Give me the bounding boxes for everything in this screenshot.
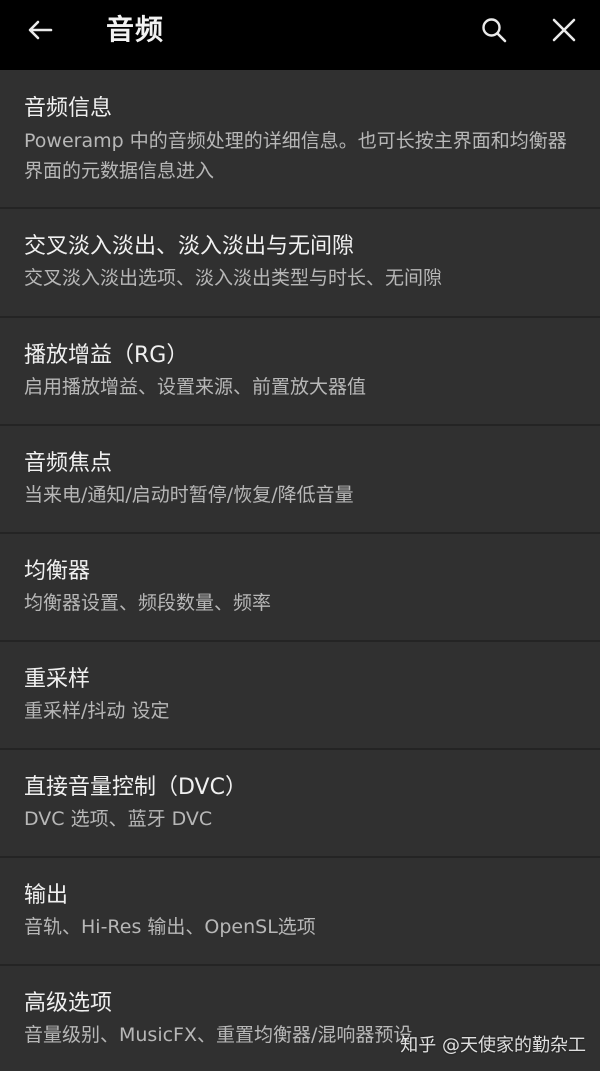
item-label: 交叉淡入淡出、淡入淡出与无间隙 [24, 234, 355, 259]
item-label: 重采样 [24, 667, 91, 692]
search-icon [480, 16, 508, 48]
page-title: 音频 [106, 13, 165, 46]
list-item-resampling[interactable]: 重采样 重采样/抖动 设定 [0, 642, 600, 749]
item-label: 输出 [24, 883, 69, 908]
list-item-equalizer[interactable]: 均衡器 均衡器设置、频段数量、频率 [0, 534, 600, 641]
watermark: 知乎 @天使家的勤杂工 [400, 1035, 586, 1056]
item-summary: 音轨、Hi-Res 输出、OpenSL选项 [24, 916, 316, 938]
item-summary: 交叉淡入淡出选项、淡入淡出类型与时长、无间隙 [24, 267, 443, 289]
search-button[interactable] [472, 10, 516, 54]
item-summary: 重采样/抖动 设定 [24, 700, 170, 722]
audio-settings-screen: 音频 音频信息 Poweramp 中的音频处理的详细信息。也可长按主界面和均衡器… [0, 0, 600, 1071]
list-item-crossfade[interactable]: 交叉淡入淡出、淡入淡出与无间隙 交叉淡入淡出选项、淡入淡出类型与时长、无间隙 [0, 209, 600, 317]
close-button[interactable] [542, 10, 586, 54]
item-label: 均衡器 [24, 559, 91, 584]
item-summary: 启用播放增益、设置来源、前置放大器值 [24, 376, 367, 398]
top-app-bar: 音频 [0, 0, 600, 70]
item-label: 高级选项 [24, 991, 113, 1016]
item-label: 音频焦点 [24, 451, 113, 476]
list-item-audio-info[interactable]: 音频信息 Poweramp 中的音频处理的详细信息。也可长按主界面和均衡器界面的… [0, 70, 600, 208]
back-button[interactable] [18, 10, 62, 54]
item-summary: 均衡器设置、频段数量、频率 [24, 592, 272, 614]
list-item-replay-gain[interactable]: 播放增益（RG） 启用播放增益、设置来源、前置放大器值 [0, 318, 600, 425]
item-summary: DVC 选项、蓝牙 DVC [24, 808, 213, 830]
item-summary: 当来电/通知/启动时暂停/恢复/降低音量 [24, 484, 354, 506]
list-item-dvc[interactable]: 直接音量控制（DVC） DVC 选项、蓝牙 DVC [0, 750, 600, 857]
item-label: 直接音量控制（DVC） [24, 775, 247, 800]
list-item-output[interactable]: 输出 音轨、Hi-Res 输出、OpenSL选项 [0, 858, 600, 965]
settings-list: 音频信息 Poweramp 中的音频处理的详细信息。也可长按主界面和均衡器界面的… [0, 70, 600, 1071]
back-arrow-icon [26, 16, 54, 48]
list-item-audio-focus[interactable]: 音频焦点 当来电/通知/启动时暂停/恢复/降低音量 [0, 426, 600, 533]
item-summary: Poweramp 中的音频处理的详细信息。也可长按主界面和均衡器界面的元数据信息… [24, 130, 567, 182]
item-label: 播放增益（RG） [24, 343, 189, 368]
item-label: 音频信息 [24, 96, 113, 121]
close-icon [551, 17, 577, 47]
